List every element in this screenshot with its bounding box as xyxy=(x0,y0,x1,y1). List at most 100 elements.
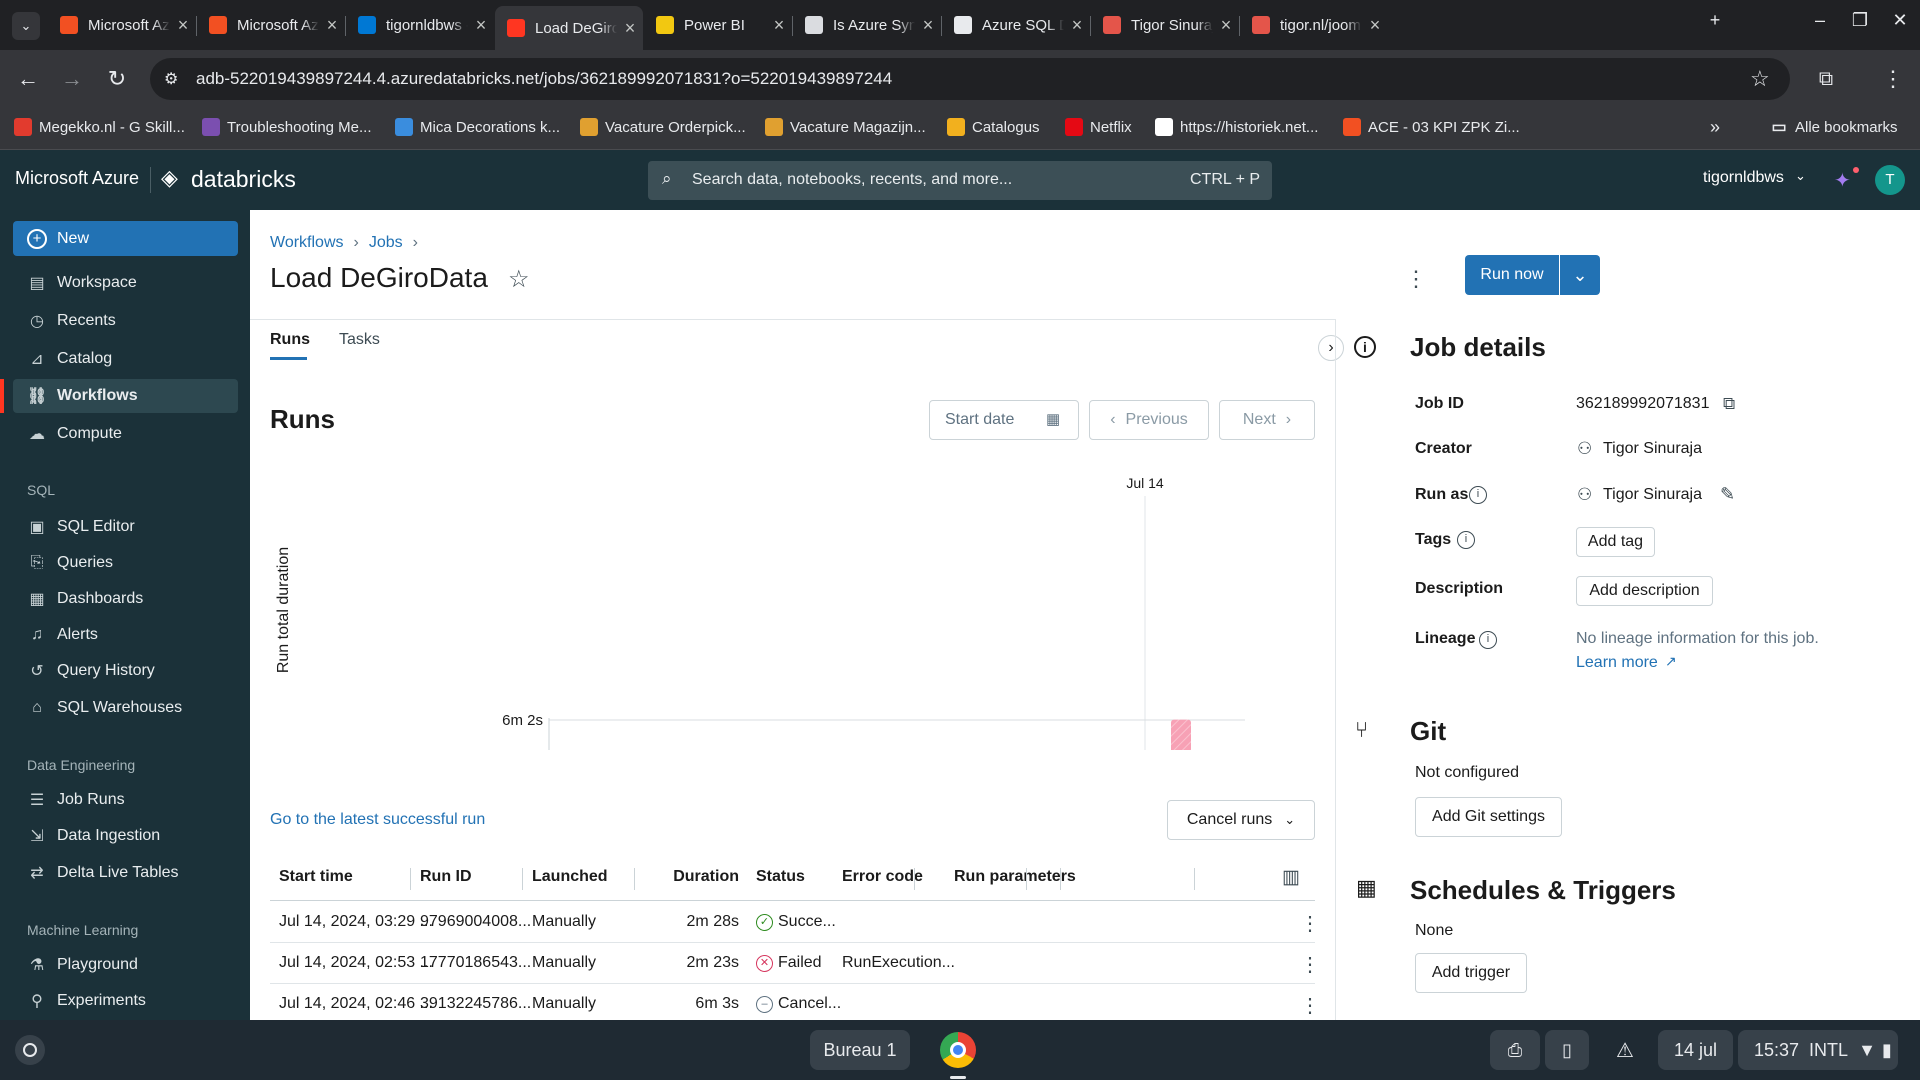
tab-tasks[interactable]: Tasks xyxy=(339,331,380,349)
row-actions-kebab-icon[interactable]: ⋮ xyxy=(1300,911,1320,936)
copy-icon[interactable]: ⧉ xyxy=(1723,394,1735,414)
tab-close-icon[interactable]: × xyxy=(1064,15,1090,36)
tab-runs[interactable]: Runs xyxy=(270,331,310,349)
sidebar-item-sql-editor[interactable]: ▣ SQL Editor xyxy=(13,510,238,544)
launcher-icon[interactable] xyxy=(15,1035,45,1065)
sidebar-item-compute[interactable]: ☁ Compute xyxy=(13,417,238,451)
column-header[interactable]: Start time xyxy=(279,868,353,886)
sidebar-item-job-runs[interactable]: ☰ Job Runs xyxy=(13,783,238,817)
browser-tab[interactable]: tigor.nl/joomla× xyxy=(1240,6,1388,44)
column-header[interactable]: Launched xyxy=(532,868,608,886)
extensions-icon[interactable]: ⧉ xyxy=(1811,64,1841,94)
minimize-icon[interactable]: – xyxy=(1805,10,1835,31)
warning-icon[interactable]: ⚠ xyxy=(1600,1030,1650,1070)
browser-tab[interactable]: Azure SQL Database× xyxy=(942,6,1090,44)
tab-close-icon[interactable]: × xyxy=(319,15,345,36)
sidebar-item-dashboards[interactable]: ▦ Dashboards xyxy=(13,582,238,616)
all-bookmarks-folder[interactable]: ▭ Alle bookmarks xyxy=(1770,118,1897,137)
kebab-menu-icon[interactable]: ⋮ xyxy=(1405,266,1427,292)
run-now-button[interactable]: Run now xyxy=(1465,255,1559,295)
close-window-icon[interactable]: ✕ xyxy=(1885,10,1915,31)
sidebar-item-workflows[interactable]: ⛓ Workflows xyxy=(13,379,238,413)
column-header[interactable]: Run ID xyxy=(420,868,472,886)
sidebar-item-catalog[interactable]: ⊿ Catalog xyxy=(13,342,238,376)
bookmark-item[interactable]: Troubleshooting Me... xyxy=(202,118,372,136)
run-start-time-link[interactable]: Jul 14, 2024, 03:29 ... xyxy=(279,913,433,931)
info-icon[interactable]: i xyxy=(1479,631,1497,649)
add-description-button[interactable]: Add description xyxy=(1576,576,1713,606)
row-actions-kebab-icon[interactable]: ⋮ xyxy=(1300,993,1320,1018)
browser-tab[interactable]: tigornldbws - Microsoft Azure× xyxy=(346,6,494,44)
databricks-logo-icon[interactable]: ◈ xyxy=(161,165,178,191)
browser-tab[interactable]: Tigor Sinuraja× xyxy=(1091,6,1239,44)
databricks-wordmark[interactable]: databricks xyxy=(191,166,296,193)
favorite-star-icon[interactable]: ☆ xyxy=(508,265,530,294)
site-info-icon[interactable]: ⚙ xyxy=(164,69,178,89)
workspace-switcher[interactable]: tigornldbws xyxy=(1703,169,1784,187)
tab-close-icon[interactable]: × xyxy=(1213,15,1239,36)
global-search-input[interactable]: ⌕ Search data, notebooks, recents, and m… xyxy=(648,161,1272,200)
info-icon[interactable]: i xyxy=(1469,486,1487,504)
address-bar[interactable]: ⚙ adb-522019439897244.4.azuredatabricks.… xyxy=(150,58,1790,100)
tab-close-icon[interactable]: × xyxy=(170,15,196,36)
cancel-runs-button[interactable]: Cancel runs ⌄ xyxy=(1167,800,1315,840)
previous-button[interactable]: ‹ Previous xyxy=(1089,400,1209,440)
latest-successful-run-link[interactable]: Go to the latest successful run xyxy=(270,811,485,829)
tab-close-icon[interactable]: × xyxy=(915,15,941,36)
bookmark-item[interactable]: Vacature Magazijn... xyxy=(765,118,926,136)
new-button[interactable]: + New xyxy=(13,221,238,256)
info-icon[interactable]: i xyxy=(1457,531,1475,549)
tab-search-icon[interactable]: ⌄ xyxy=(12,12,40,40)
bookmark-item[interactable]: ACE - 03 KPI ZPK Zi... xyxy=(1343,118,1520,136)
bookmark-star-icon[interactable]: ☆ xyxy=(1750,66,1770,92)
desk-switcher[interactable]: Bureau 1 xyxy=(810,1030,910,1070)
bookmark-item[interactable]: Catalogus xyxy=(947,118,1040,136)
bookmark-item[interactable]: https://historiek.net... xyxy=(1155,118,1318,136)
browser-tab[interactable]: Microsoft Azure× xyxy=(197,6,345,44)
sidebar-item-experiments[interactable]: ⚲ Experiments xyxy=(13,984,238,1018)
sidebar-item-recents[interactable]: ◷ Recents xyxy=(13,304,238,338)
browser-tab[interactable]: Power BI × xyxy=(644,6,792,44)
bookmark-item[interactable]: Mica Decorations k... xyxy=(395,118,560,136)
screen-capture-icon[interactable]: ⎙ xyxy=(1490,1030,1540,1070)
tab-close-icon[interactable]: × xyxy=(766,15,792,36)
tab-close-icon[interactable]: × xyxy=(617,18,643,39)
start-date-picker[interactable]: Start date ▦ xyxy=(929,400,1079,440)
back-icon[interactable]: ← xyxy=(13,64,43,94)
sidebar-item-alerts[interactable]: ♫ Alerts xyxy=(13,618,238,652)
breadcrumb-jobs[interactable]: Jobs xyxy=(369,234,403,252)
column-header[interactable]: Duration xyxy=(620,868,739,886)
new-tab-button[interactable]: + xyxy=(1700,10,1730,31)
browser-tab[interactable]: Microsoft Azure× xyxy=(48,6,196,44)
collapse-panel-icon[interactable]: › xyxy=(1318,335,1344,361)
user-avatar[interactable]: T xyxy=(1875,165,1905,195)
sidebar-item-queries[interactable]: ⎘ Queries xyxy=(13,546,238,580)
chrome-menu-icon[interactable]: ⋮ xyxy=(1878,64,1908,94)
add-git-settings-button[interactable]: Add Git settings xyxy=(1415,797,1562,837)
bookmark-item[interactable]: Vacature Orderpick... xyxy=(580,118,746,136)
browser-tab[interactable]: Load DeGiroData× xyxy=(495,6,643,50)
sidebar-item-query-history[interactable]: ↺ Query History xyxy=(13,654,238,688)
learn-more-link[interactable]: Learn more xyxy=(1576,654,1658,672)
add-tag-button[interactable]: Add tag xyxy=(1576,527,1655,557)
column-header[interactable]: Status xyxy=(756,868,805,886)
run-start-time-link[interactable]: Jul 14, 2024, 02:46 ... xyxy=(279,995,433,1013)
run-duration-bar[interactable] xyxy=(1171,719,1191,750)
tab-close-icon[interactable]: × xyxy=(468,15,494,36)
run-start-time-link[interactable]: Jul 14, 2024, 02:53 ... xyxy=(279,954,433,972)
phone-hub-icon[interactable]: ▯ xyxy=(1545,1030,1589,1070)
sidebar-item-sql-warehouses[interactable]: ⌂ SQL Warehouses xyxy=(13,691,238,725)
column-header[interactable]: Error code xyxy=(842,868,923,886)
breadcrumb-workflows[interactable]: Workflows xyxy=(270,234,344,252)
sidebar-item-workspace[interactable]: ▤ Workspace xyxy=(13,266,238,300)
chrome-app-icon[interactable] xyxy=(940,1032,976,1068)
run-now-dropdown-icon[interactable]: ⌄ xyxy=(1560,255,1600,295)
bookmark-item[interactable]: Netflix xyxy=(1065,118,1132,136)
bookmark-item[interactable]: Megekko.nl - G Skill... xyxy=(14,118,185,136)
forward-icon[interactable]: → xyxy=(57,64,87,94)
column-header[interactable]: Run parameters xyxy=(954,868,1076,886)
browser-tab[interactable]: Is Azure Synapse× xyxy=(793,6,941,44)
date-display[interactable]: 14 jul xyxy=(1658,1030,1733,1070)
sidebar-item-data-ingestion[interactable]: ⇲ Data Ingestion xyxy=(13,819,238,853)
more-bookmarks-icon[interactable]: » xyxy=(1710,117,1720,138)
